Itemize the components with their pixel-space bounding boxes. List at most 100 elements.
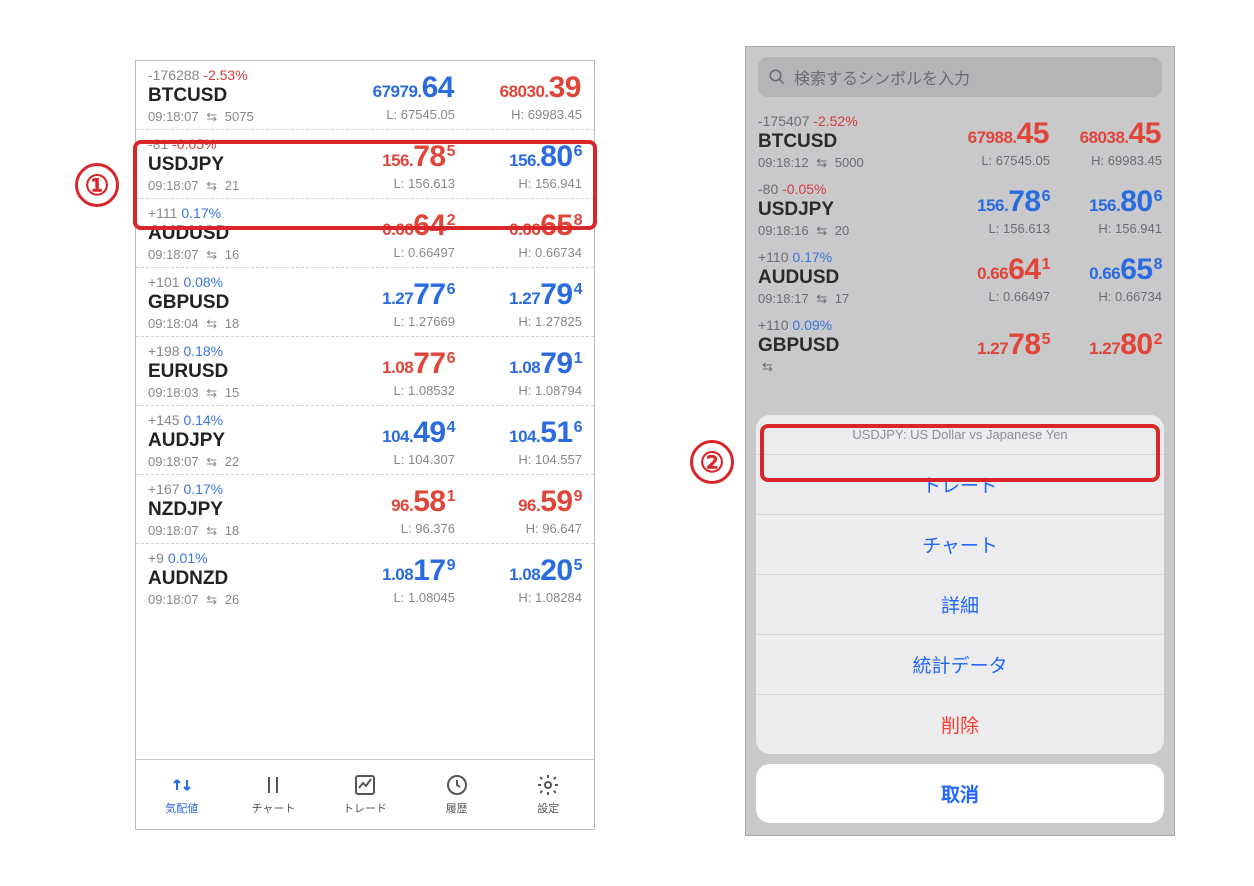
spread-icon: ⇆ bbox=[206, 592, 217, 608]
symbol-row[interactable]: +101 0.08% GBPUSD 09:18:04 ⇆ 18 1.27 77 … bbox=[136, 268, 594, 337]
high-value: H: 1.08284 bbox=[455, 590, 582, 605]
spread-value: 16 bbox=[225, 247, 239, 262]
spread-icon: ⇆ bbox=[762, 359, 773, 375]
high-value: H: 156.941 bbox=[1050, 221, 1162, 236]
sell-price[interactable]: 1.08 17 9 bbox=[328, 554, 455, 588]
change-value: +101 bbox=[148, 274, 180, 290]
change-pct: -2.53% bbox=[203, 67, 247, 83]
sell-price[interactable]: 1.27 77 6 bbox=[328, 278, 455, 312]
buy-price[interactable]: 1.08 79 1 bbox=[455, 347, 582, 381]
low-value: L: 156.613 bbox=[328, 176, 455, 191]
sheet-stats[interactable]: 統計データ bbox=[756, 635, 1164, 695]
low-value: L: 0.66497 bbox=[328, 245, 455, 260]
symbol-name: GBPUSD bbox=[758, 335, 938, 357]
buy-price[interactable]: 0.66 65 8 bbox=[455, 209, 582, 243]
spread-icon: ⇆ bbox=[206, 523, 217, 539]
symbol-name: BTCUSD bbox=[148, 85, 328, 107]
change-pct: 0.17% bbox=[183, 481, 223, 497]
annotation-1: ① bbox=[75, 163, 119, 207]
symbol-row[interactable]: +167 0.17% NZDJPY 09:18:07 ⇆ 18 96. 58 1… bbox=[136, 475, 594, 544]
buy-price[interactable]: 104. 51 6 bbox=[455, 416, 582, 450]
sell-price[interactable]: 156. 78 5 bbox=[328, 140, 455, 174]
sell-price[interactable]: 1.08 77 6 bbox=[328, 347, 455, 381]
spread-icon: ⇆ bbox=[206, 316, 217, 332]
symbol-name: USDJPY bbox=[148, 154, 328, 176]
symbol-action-screen: 検索するシンボルを入力 -175407 -2.52% BTCUSD 09:18:… bbox=[745, 46, 1175, 836]
spread-icon: ⇆ bbox=[816, 155, 827, 171]
high-value: H: 69983.45 bbox=[1050, 153, 1162, 168]
change-value: +167 bbox=[148, 481, 180, 497]
update-time: 09:18:07 bbox=[148, 454, 199, 469]
sell-price[interactable]: 156. 78 6 bbox=[938, 185, 1050, 219]
low-value: L: 67545.05 bbox=[328, 107, 455, 122]
high-value: H: 104.557 bbox=[455, 452, 582, 467]
buy-price[interactable]: 156. 80 6 bbox=[455, 140, 582, 174]
symbol-name: USDJPY bbox=[758, 199, 938, 221]
sheet-detail[interactable]: 詳細 bbox=[756, 575, 1164, 635]
update-time: 09:18:07 bbox=[148, 247, 199, 262]
change-pct: -0.05% bbox=[782, 181, 826, 197]
sell-price[interactable]: 96. 58 1 bbox=[328, 485, 455, 519]
sell-price[interactable]: 0.66 64 2 bbox=[328, 209, 455, 243]
high-value: H: 0.66734 bbox=[1050, 289, 1162, 304]
annotation-2: ② bbox=[690, 440, 734, 484]
change-value: +145 bbox=[148, 412, 180, 428]
spread-value: 22 bbox=[225, 454, 239, 469]
tab-quotes[interactable]: 気配値 bbox=[136, 760, 228, 829]
sell-price[interactable]: 67988. 45 bbox=[938, 117, 1050, 151]
symbol-name: NZDJPY bbox=[148, 499, 328, 521]
spread-value: 5075 bbox=[225, 109, 254, 124]
buy-price[interactable]: 1.27 80 2 bbox=[1050, 328, 1162, 362]
search-input[interactable]: 検索するシンボルを入力 bbox=[758, 57, 1162, 97]
change-pct: 0.14% bbox=[183, 412, 223, 428]
symbol-row[interactable]: +110 0.17% AUDUSD 09:18:17 ⇆ 17 0.66 64 … bbox=[746, 243, 1174, 311]
sell-price[interactable]: 0.66 64 1 bbox=[938, 253, 1050, 287]
update-time: 09:18:16 bbox=[758, 223, 809, 238]
symbol-row[interactable]: +198 0.18% EURUSD 09:18:03 ⇆ 15 1.08 77 … bbox=[136, 337, 594, 406]
low-value: L: 1.27669 bbox=[328, 314, 455, 329]
sell-price[interactable]: 1.27 78 5 bbox=[938, 328, 1050, 362]
symbol-row[interactable]: +110 0.09% GBPUSD ⇆ 1.27 78 5 1.27 80 2 bbox=[746, 311, 1174, 379]
tab-chart[interactable]: チャート bbox=[228, 760, 320, 829]
symbol-row[interactable]: -81 -0.05% USDJPY 09:18:07 ⇆ 21 156. 78 … bbox=[136, 130, 594, 199]
tab-bar: 気配値 チャート トレード 履歴 設定 bbox=[136, 759, 594, 829]
spread-icon: ⇆ bbox=[206, 178, 217, 194]
symbol-name: EURUSD bbox=[148, 361, 328, 383]
tab-history[interactable]: 履歴 bbox=[411, 760, 503, 829]
change-pct: -2.52% bbox=[813, 113, 857, 129]
buy-price[interactable]: 68030. 39 bbox=[455, 71, 582, 105]
change-pct: 0.17% bbox=[181, 205, 221, 221]
buy-price[interactable]: 0.66 65 8 bbox=[1050, 253, 1162, 287]
tab-settings[interactable]: 設定 bbox=[502, 760, 594, 829]
symbol-row[interactable]: +145 0.14% AUDJPY 09:18:07 ⇆ 22 104. 49 … bbox=[136, 406, 594, 475]
spread-value: 17 bbox=[835, 291, 849, 306]
tab-trade[interactable]: トレード bbox=[319, 760, 411, 829]
spread-icon: ⇆ bbox=[206, 454, 217, 470]
sell-price[interactable]: 67979. 64 bbox=[328, 71, 455, 105]
spread-icon: ⇆ bbox=[816, 291, 827, 307]
sell-price[interactable]: 104. 49 4 bbox=[328, 416, 455, 450]
sheet-chart[interactable]: チャート bbox=[756, 515, 1164, 575]
buy-price[interactable]: 156. 80 6 bbox=[1050, 185, 1162, 219]
symbol-row[interactable]: -175407 -2.52% BTCUSD 09:18:12 ⇆ 5000 67… bbox=[746, 107, 1174, 175]
symbol-name: GBPUSD bbox=[148, 292, 328, 314]
symbol-row[interactable]: -80 -0.05% USDJPY 09:18:16 ⇆ 20 156. 78 … bbox=[746, 175, 1174, 243]
symbol-row[interactable]: +9 0.01% AUDNZD 09:18:07 ⇆ 26 1.08 17 9 … bbox=[136, 544, 594, 612]
sheet-delete[interactable]: 削除 bbox=[756, 695, 1164, 754]
high-value: H: 1.27825 bbox=[455, 314, 582, 329]
buy-price[interactable]: 96. 59 9 bbox=[455, 485, 582, 519]
change-value: +198 bbox=[148, 343, 180, 359]
buy-price[interactable]: 68038. 45 bbox=[1050, 117, 1162, 151]
symbol-row[interactable]: +111 0.17% AUDUSD 09:18:07 ⇆ 16 0.66 64 … bbox=[136, 199, 594, 268]
spread-value: 26 bbox=[225, 592, 239, 607]
sheet-trade[interactable]: トレード bbox=[756, 455, 1164, 515]
spread-icon: ⇆ bbox=[206, 247, 217, 263]
symbol-row[interactable]: -176288 -2.53% BTCUSD 09:18:07 ⇆ 5075 67… bbox=[136, 61, 594, 130]
buy-price[interactable]: 1.27 79 4 bbox=[455, 278, 582, 312]
change-pct: -0.05% bbox=[172, 136, 216, 152]
high-value: H: 156.941 bbox=[455, 176, 582, 191]
buy-price[interactable]: 1.08 20 5 bbox=[455, 554, 582, 588]
sheet-cancel[interactable]: 取消 bbox=[756, 764, 1164, 823]
symbol-name: AUDUSD bbox=[758, 267, 938, 289]
change-value: -176288 bbox=[148, 67, 199, 83]
